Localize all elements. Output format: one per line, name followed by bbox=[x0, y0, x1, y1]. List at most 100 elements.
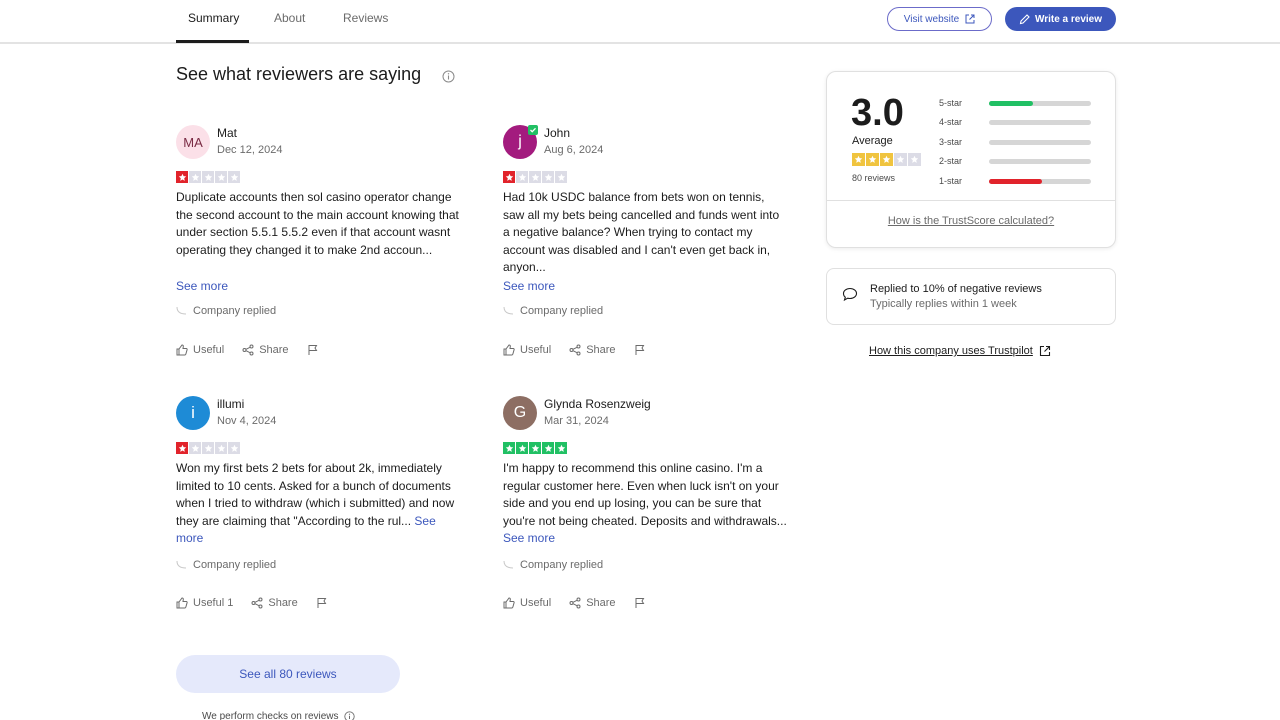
tab-summary[interactable]: Summary bbox=[188, 11, 239, 25]
trustscore-card: 3.0 Average 80 reviews 5-star 4-star 3-s… bbox=[826, 71, 1116, 248]
share-button[interactable]: Share bbox=[569, 344, 616, 356]
tab-reviews[interactable]: Reviews bbox=[343, 11, 388, 25]
thumbs-up-icon bbox=[503, 344, 515, 356]
star-empty-icon bbox=[228, 442, 240, 454]
avatar: MA bbox=[176, 125, 210, 159]
review-actions: Useful 1 Share bbox=[176, 597, 328, 609]
share-label: Share bbox=[586, 344, 616, 356]
review-text: Won my first bets 2 bets for about 2k, i… bbox=[176, 460, 461, 548]
flag-icon bbox=[635, 598, 644, 608]
see-more-link[interactable]: See more bbox=[503, 531, 555, 545]
star-empty-icon bbox=[555, 171, 567, 183]
report-button[interactable] bbox=[307, 344, 319, 356]
see-more-link[interactable]: See more bbox=[503, 279, 555, 293]
rating-bar-5[interactable]: 5-star bbox=[939, 98, 1091, 108]
company-replied[interactable]: Company replied bbox=[176, 559, 276, 571]
report-button[interactable] bbox=[316, 597, 328, 609]
review-card: G Glynda Rosenzweig Mar 31, 2024 I'm hap… bbox=[503, 396, 793, 620]
score-average-label: Average bbox=[852, 135, 893, 147]
useful-button[interactable]: Useful bbox=[176, 344, 224, 356]
star-empty-icon bbox=[228, 171, 240, 183]
reply-rate: Replied to 10% of negative reviews bbox=[870, 283, 1042, 295]
useful-button[interactable]: Useful 1 bbox=[176, 597, 233, 609]
star-filled-icon bbox=[503, 171, 515, 183]
active-tab-indicator bbox=[176, 40, 249, 43]
score-stars bbox=[852, 153, 921, 166]
bar-track bbox=[989, 158, 1091, 164]
score-value: 3.0 bbox=[851, 92, 904, 134]
star-filled-icon bbox=[503, 442, 515, 454]
review-actions: Useful Share bbox=[503, 344, 646, 356]
useful-label: Useful bbox=[520, 344, 552, 356]
star-filled-icon bbox=[529, 442, 541, 454]
trustscore-link[interactable]: How is the TrustScore calculated? bbox=[827, 215, 1115, 227]
info-icon[interactable] bbox=[442, 70, 455, 83]
star-filled-icon bbox=[555, 442, 567, 454]
share-button[interactable]: Share bbox=[242, 344, 289, 356]
star-filled-icon bbox=[866, 153, 879, 166]
review-text-body: I'm happy to recommend this online casin… bbox=[503, 461, 787, 528]
bar-fill bbox=[989, 100, 1033, 106]
tab-about[interactable]: About bbox=[274, 11, 305, 25]
review-checks-note: We perform checks on reviews bbox=[202, 711, 355, 720]
reviewer-name[interactable]: illumi bbox=[217, 397, 244, 411]
bar-label: 3-star bbox=[939, 137, 963, 147]
section-title: See what reviewers are saying bbox=[176, 64, 422, 84]
reply-arrow-icon bbox=[503, 560, 514, 568]
company-replied-label: Company replied bbox=[520, 559, 604, 571]
star-empty-icon bbox=[529, 171, 541, 183]
star-filled-icon bbox=[176, 171, 188, 183]
reviewer-name[interactable]: John bbox=[544, 126, 570, 140]
company-replied[interactable]: Company replied bbox=[503, 559, 603, 571]
report-button[interactable] bbox=[634, 597, 646, 609]
avatar: i bbox=[176, 396, 210, 430]
useful-label: Useful bbox=[520, 597, 552, 609]
star-filled-icon bbox=[516, 442, 528, 454]
rating-bar-3[interactable]: 3-star bbox=[939, 137, 1091, 147]
star-empty-icon bbox=[894, 153, 907, 166]
company-replied[interactable]: Company replied bbox=[176, 305, 276, 317]
review-text: Duplicate accounts then sol casino opera… bbox=[176, 190, 459, 257]
star-empty-icon bbox=[516, 171, 528, 183]
review-date: Nov 4, 2024 bbox=[217, 415, 277, 427]
star-empty-icon bbox=[908, 153, 921, 166]
external-link-icon bbox=[965, 14, 975, 24]
report-button[interactable] bbox=[634, 344, 646, 356]
info-icon[interactable] bbox=[343, 711, 355, 720]
bar-label: 4-star bbox=[939, 117, 963, 127]
bar-track bbox=[989, 139, 1091, 145]
reply-arrow-icon bbox=[503, 306, 514, 314]
rating-bar-2[interactable]: 2-star bbox=[939, 156, 1091, 166]
thumbs-up-icon bbox=[176, 597, 188, 609]
reviewer-name[interactable]: Mat bbox=[217, 126, 237, 140]
visit-website-label: Visit website bbox=[903, 13, 960, 25]
see-more-link[interactable]: See more bbox=[176, 279, 228, 293]
star-filled-icon bbox=[852, 153, 865, 166]
star-empty-icon bbox=[215, 171, 227, 183]
write-review-button[interactable]: Write a review bbox=[1005, 7, 1116, 31]
rating-bar-4[interactable]: 4-star bbox=[939, 117, 1091, 127]
review-text: Had 10k USDC balance from bets won on te… bbox=[503, 190, 780, 274]
useful-button[interactable]: Useful bbox=[503, 344, 551, 356]
share-button[interactable]: Share bbox=[569, 597, 616, 609]
pencil-icon bbox=[1019, 13, 1030, 24]
reply-arrow-icon bbox=[176, 560, 187, 568]
company-replied[interactable]: Company replied bbox=[503, 305, 603, 317]
star-rating bbox=[503, 171, 567, 183]
star-rating bbox=[176, 442, 240, 454]
visit-website-button[interactable]: Visit website bbox=[887, 7, 992, 31]
review-actions: Useful Share bbox=[503, 597, 646, 609]
useful-button[interactable]: Useful bbox=[503, 597, 551, 609]
flag-icon bbox=[635, 345, 644, 355]
rating-bar-1[interactable]: 1-star bbox=[939, 176, 1091, 186]
share-button[interactable]: Share bbox=[251, 597, 298, 609]
share-icon bbox=[251, 597, 263, 609]
reviewer-name[interactable]: Glynda Rosenzweig bbox=[544, 397, 651, 411]
share-label: Share bbox=[586, 597, 616, 609]
see-all-reviews-button[interactable]: See all 80 reviews bbox=[176, 655, 400, 693]
star-empty-icon bbox=[202, 442, 214, 454]
bar-label: 1-star bbox=[939, 176, 963, 186]
divider bbox=[827, 200, 1115, 201]
star-empty-icon bbox=[215, 442, 227, 454]
company-trustpilot-link[interactable]: How this company uses Trustpilot bbox=[869, 345, 1051, 357]
